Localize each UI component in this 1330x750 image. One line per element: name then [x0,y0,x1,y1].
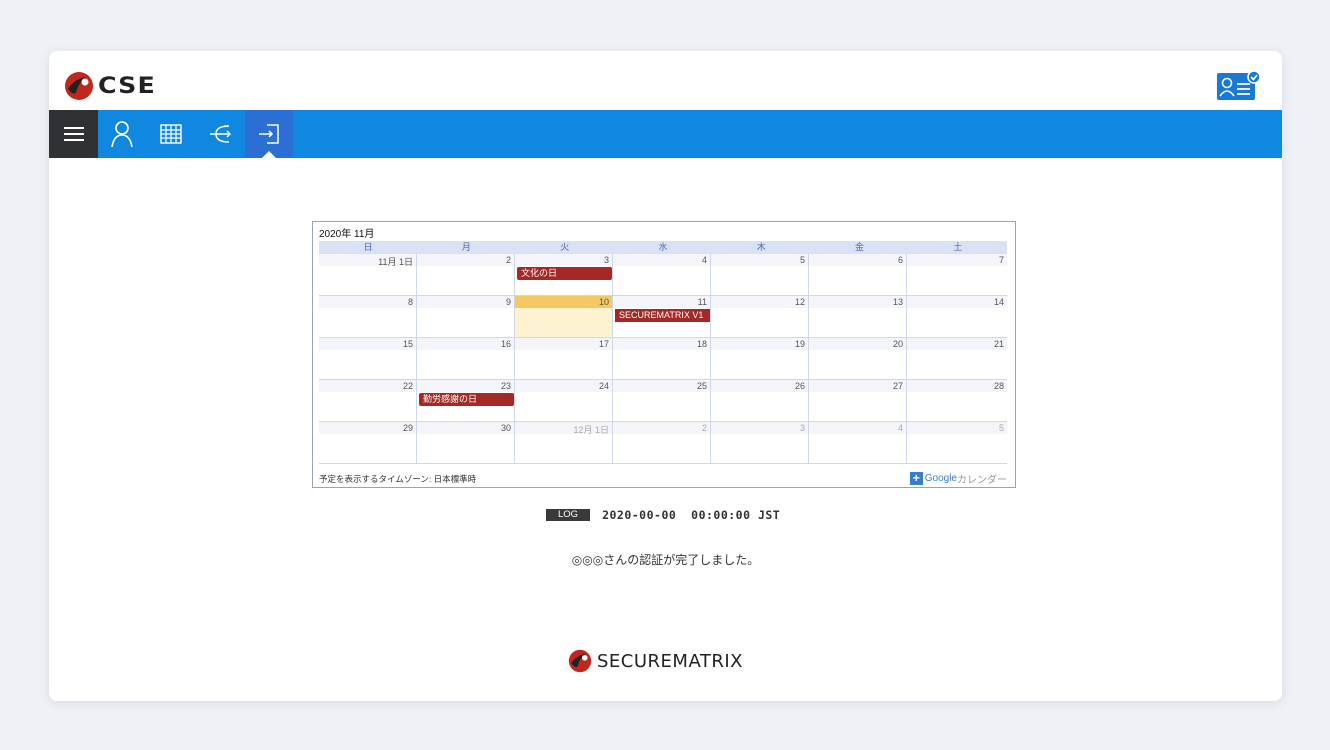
user-verified-icon [1217,70,1261,100]
calendar-timezone-note: 予定を表示するタイムゾーン: 日本標準時 [319,474,477,484]
menu-icon [63,127,84,141]
weekday-label: 水 [658,242,668,252]
log-badge: LOG [546,509,591,521]
grid-icon [160,124,182,144]
weekday-label: 火 [560,242,570,252]
calendar-day[interactable]: 7 [907,254,1007,295]
calendar-day[interactable]: 15 [319,338,416,379]
calendar-day[interactable]: 14 [907,296,1007,337]
log-timestamp: 2020-00-00 00:00:00 JST [602,508,781,522]
calendar-day[interactable]: 29 [319,422,416,463]
calendar-day[interactable]: 8 [319,296,416,337]
nav-login-button[interactable] [245,110,293,158]
tree-icon [210,125,232,143]
calendar-day[interactable]: 28 [907,380,1007,421]
nav-menu-button[interactable] [49,110,98,158]
calendar-event[interactable]: 文化の日 [517,267,612,280]
weekday-label: 土 [953,242,963,252]
calendar-week: 29 30 12月 1日 2 3 4 5 [319,422,1007,464]
calendar-day[interactable]: 11月 1日 [319,254,416,295]
calendar-day[interactable]: 13 [809,296,906,337]
google-calendar-link[interactable]: + Google カレンダー [909,471,1007,486]
calendar-day[interactable]: 3 [711,422,808,463]
calendar-day[interactable]: 19 [711,338,808,379]
calendar-day[interactable]: 12月 1日 [515,422,612,463]
calendar-day[interactable]: 16 [417,338,514,379]
cse-logo-icon [65,72,93,100]
google-calendar-label: カレンダー [957,474,1007,486]
calendar-day[interactable]: 26 [711,380,808,421]
calendar-day[interactable]: 17 [515,338,612,379]
brand-logo[interactable]: CSE [64,70,155,102]
calendar-day[interactable]: 4 [809,422,906,463]
calendar-week: 22 23 24 25 26 27 28 勤労感謝の日 [319,380,1007,422]
weekday-label: 木 [756,242,766,252]
calendar-week: 8 9 10 11 12 13 14 SECUREMATRIX V1 [319,296,1007,338]
calendar-event[interactable]: SECUREMATRIX V1 [615,309,710,322]
brand-name: CSE [98,73,157,99]
plus-icon: + [909,471,923,485]
calendar-day[interactable]: 22 [319,380,416,421]
calendar-grid: 11月 1日 2 3 4 5 6 7 文化の日 8 9 10 11 12 13 … [319,254,1007,464]
calendar-day[interactable]: 24 [515,380,612,421]
footer-logo-text: SECUREMATRIX [597,650,744,672]
calendar-day[interactable]: 5 [907,422,1007,463]
main-card: CSE 2020年 11月 日 月 火 水 木 金 土 11月 1日 2 3 4… [49,51,1282,701]
google-calendar-embed[interactable]: 2020年 11月 日 月 火 水 木 金 土 11月 1日 2 3 4 5 6… [312,221,1016,488]
securematrix-logo-icon [568,649,592,673]
profile-button[interactable] [1217,70,1262,101]
calendar-day[interactable]: 9 [417,296,514,337]
weekday-label: 金 [855,242,865,252]
active-caret [262,151,276,158]
calendar-day[interactable]: 30 [417,422,514,463]
top-bar: CSE [49,51,1282,110]
log-line: LOG 2020-00-00 00:00:00 JST [546,508,780,522]
nav-tree-button[interactable] [196,110,244,158]
weekday-label: 日 [363,242,373,252]
calendar-week: 11月 1日 2 3 4 5 6 7 文化の日 [319,254,1007,296]
calendar-week: 15 16 17 18 19 20 21 [319,338,1007,380]
calendar-day[interactable]: 5 [711,254,808,295]
calendar-day[interactable]: 21 [907,338,1007,379]
calendar-day[interactable]: 12 [711,296,808,337]
auth-complete-message: ◎◎◎さんの認証が完了しました。 [571,553,760,567]
calendar-day[interactable]: 20 [809,338,906,379]
calendar-day[interactable]: 25 [613,380,710,421]
main-navbar [49,110,1282,158]
calendar-day-today[interactable]: 10 [515,296,612,337]
weekday-label: 月 [461,242,471,252]
calendar-day[interactable]: 27 [809,380,906,421]
calendar-day[interactable]: 4 [613,254,710,295]
calendar-day[interactable]: 2 [613,422,710,463]
user-icon [111,121,133,148]
calendar-day[interactable]: 2 [417,254,514,295]
login-icon [259,124,279,144]
calendar-event[interactable]: 勤労感謝の日 [419,393,514,406]
calendar-month-title: 2020年 11月 [319,229,375,240]
calendar-day[interactable]: 18 [613,338,710,379]
nav-user-button[interactable] [98,110,146,158]
calendar-weekday-header: 日 月 火 水 木 金 土 [319,241,1007,254]
google-wordmark: Google [924,472,957,484]
calendar-day[interactable]: 6 [809,254,906,295]
footer-logo: SECUREMATRIX [568,649,743,673]
nav-grid-button[interactable] [147,110,195,158]
